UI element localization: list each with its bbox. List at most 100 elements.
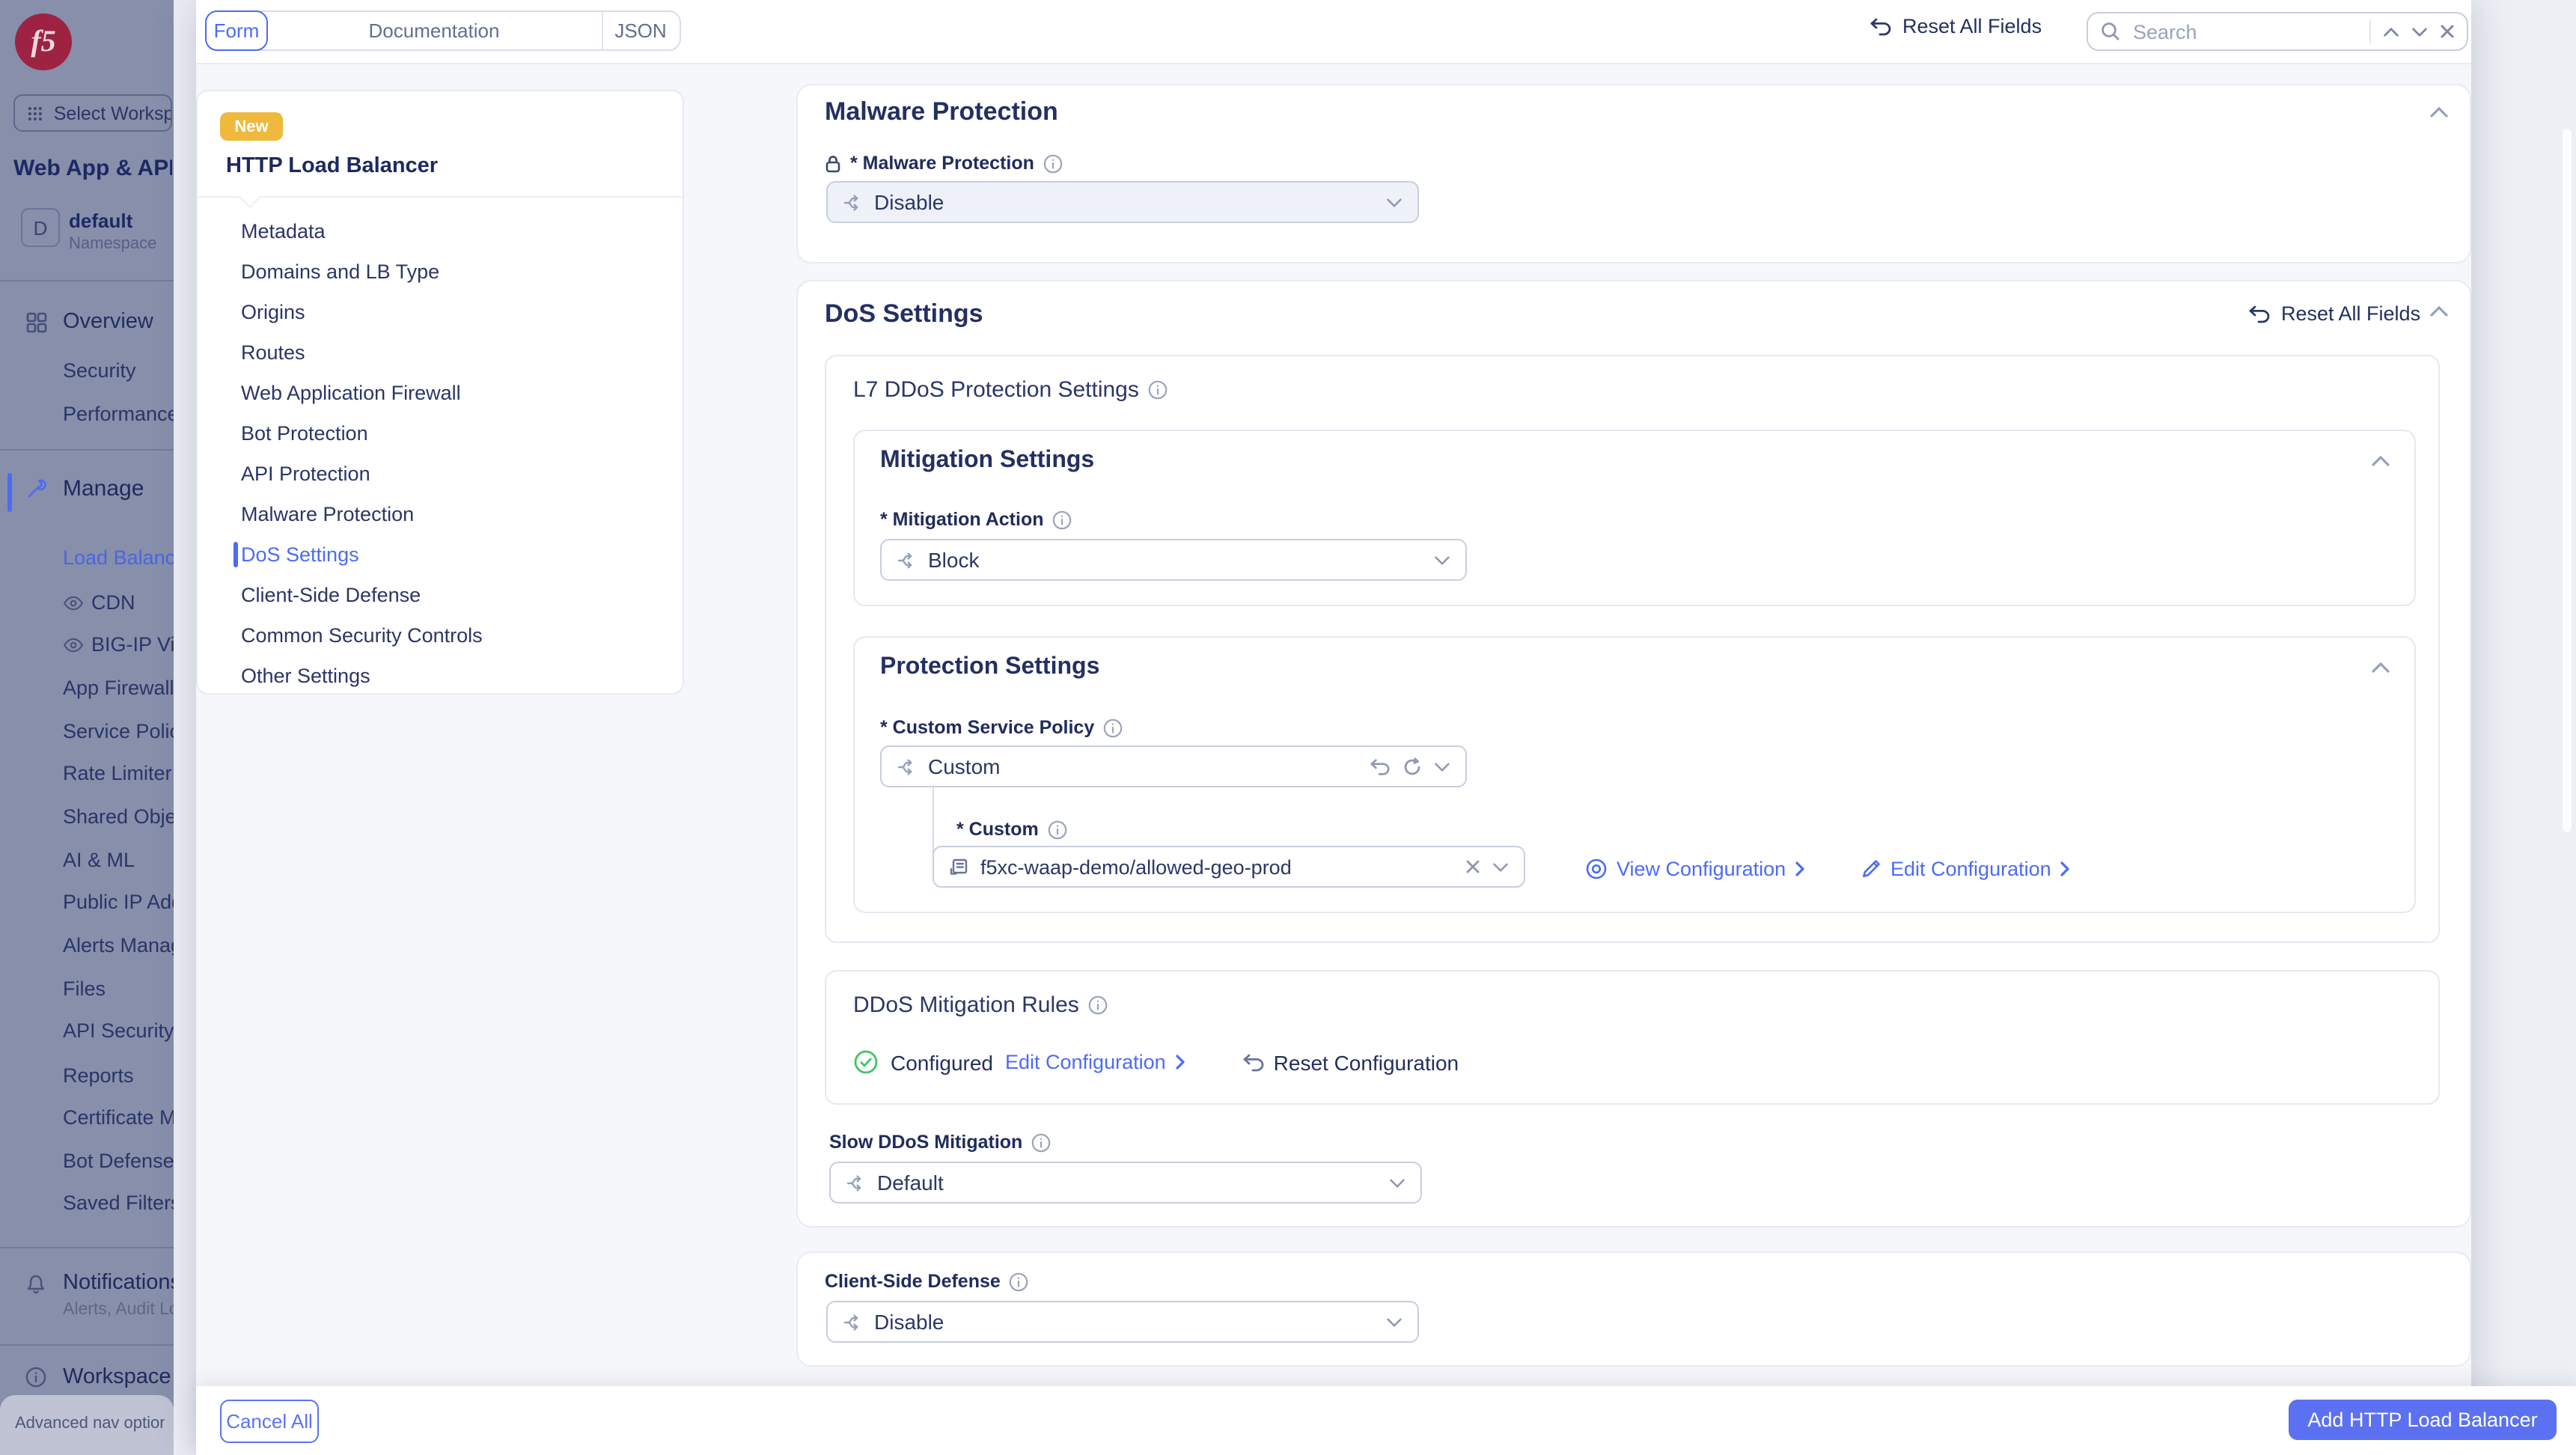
f5-logo[interactable]: f5 xyxy=(15,13,72,70)
form-nav-metadata[interactable]: Metadata xyxy=(198,211,683,251)
nav-notch xyxy=(239,187,260,208)
sidebar-item-files[interactable]: Files xyxy=(63,977,174,1000)
branch-icon xyxy=(897,757,916,776)
sidebar-item-public-ip[interactable]: Public IP Addresses xyxy=(63,891,174,913)
malware-protection-section: Malware Protection * Malware Protection … xyxy=(796,84,2471,263)
info-icon[interactable] xyxy=(1043,153,1063,173)
cancel-all-button[interactable]: Cancel All xyxy=(220,1400,319,1443)
sidebar-item-shared-objects[interactable]: Shared Objects xyxy=(63,805,174,828)
sidebar-item-reports[interactable]: Reports xyxy=(63,1064,174,1087)
field-reset-icon[interactable] xyxy=(1370,757,1391,776)
sidebar-item-app-firewall[interactable]: App Firewall xyxy=(63,677,174,699)
chevron-down-icon xyxy=(1434,761,1450,772)
sidebar-item-api-security[interactable]: API Security xyxy=(63,1019,174,1042)
tab-form[interactable]: Form xyxy=(205,10,268,51)
mitigation-settings-card: Mitigation Settings * Mitigation Action … xyxy=(853,430,2416,606)
protection-settings-card: Protection Settings * Custom Service Pol… xyxy=(853,636,2416,913)
select-workspace-button[interactable]: Select Workspace xyxy=(13,94,172,132)
form-nav-dos-settings[interactable]: DoS Settings xyxy=(198,534,683,575)
namespace-name[interactable]: default xyxy=(69,210,171,232)
info-icon[interactable] xyxy=(1103,718,1123,737)
field-label: * Mitigation Action xyxy=(880,509,1044,530)
collapse-icon[interactable] xyxy=(2429,106,2449,118)
client-side-defense-section: Client-Side Defense Disable xyxy=(796,1251,2471,1367)
new-badge: New xyxy=(220,112,283,141)
form-view-tabs: Form Documentation JSON xyxy=(205,10,681,51)
sidebar-item-performance[interactable]: Performance xyxy=(63,403,174,425)
info-icon[interactable] xyxy=(1088,995,1108,1015)
info-icon[interactable] xyxy=(1053,510,1072,529)
custom-service-policy-select[interactable]: Custom xyxy=(880,745,1467,787)
tab-documentation[interactable]: Documentation xyxy=(266,12,602,49)
chevron-right-icon xyxy=(1175,1054,1185,1070)
edit-configuration-link[interactable]: Edit Configuration xyxy=(1861,856,2071,880)
sidebar-item-ai-ml[interactable]: AI & ML xyxy=(63,849,174,871)
chevron-right-icon xyxy=(1795,860,1805,876)
card-title: Protection Settings xyxy=(880,654,1099,681)
search-prev-icon[interactable] xyxy=(2383,26,2399,37)
form-nav-common-security[interactable]: Common Security Controls xyxy=(198,615,683,656)
namespace-avatar[interactable]: D xyxy=(21,208,60,247)
view-configuration-link[interactable]: View Configuration xyxy=(1585,856,1805,880)
selected-value: Default xyxy=(877,1171,1377,1195)
info-icon[interactable] xyxy=(1048,820,1067,839)
sidebar-item-notifications[interactable]: Notifications xyxy=(63,1271,174,1295)
reset-all-fields-button[interactable]: Reset All Fields xyxy=(1870,15,2042,37)
form-nav-other-settings[interactable]: Other Settings xyxy=(198,656,683,696)
view-icon xyxy=(1585,857,1608,879)
form-nav-client-side-defense[interactable]: Client-Side Defense xyxy=(198,575,683,615)
field-label: * Malware Protection xyxy=(850,153,1034,174)
sidebar-item-certificate-management[interactable]: Certificate Management xyxy=(63,1106,174,1129)
collapse-icon[interactable] xyxy=(2429,305,2449,317)
sidebar-item-rate-limiter[interactable]: Rate Limiter xyxy=(63,762,174,784)
pencil-icon xyxy=(1861,858,1881,879)
form-nav-malware-protection[interactable]: Malware Protection xyxy=(198,494,683,534)
search-box[interactable]: Search xyxy=(2087,12,2468,51)
form-nav-api-protection[interactable]: API Protection xyxy=(198,454,683,494)
sidebar-item-service-policies[interactable]: Service Policies xyxy=(63,720,174,742)
dos-reset-all-fields-button[interactable]: Reset All Fields xyxy=(2248,302,2420,325)
sidebar-item-alerts-management[interactable]: Alerts Management xyxy=(63,934,174,957)
info-icon[interactable] xyxy=(1010,1272,1029,1291)
info-icon[interactable] xyxy=(1031,1132,1051,1152)
mitigation-action-select[interactable]: Block xyxy=(880,539,1467,581)
rules-edit-configuration-link[interactable]: Edit Configuration xyxy=(1005,1051,1185,1073)
field-label: * Custom xyxy=(956,819,1039,840)
slow-ddos-mitigation-select[interactable]: Default xyxy=(829,1162,1422,1204)
reset-configuration-button[interactable]: Reset Configuration xyxy=(1242,1050,1459,1074)
form-nav-bot-protection[interactable]: Bot Protection xyxy=(198,413,683,454)
sidebar-item-load-balancers[interactable]: Load Balancers xyxy=(63,546,174,569)
namespace-type-label: Namespace xyxy=(69,235,171,253)
app-root: f5 Select Workspace Web App & API Protec… xyxy=(0,0,2576,1455)
search-close-icon[interactable] xyxy=(2440,24,2455,39)
advanced-nav-banner[interactable]: Advanced nav options xyxy=(0,1395,174,1455)
clear-icon[interactable] xyxy=(1465,859,1480,874)
sidebar-item-security[interactable]: Security xyxy=(63,359,174,382)
search-next-icon[interactable] xyxy=(2411,26,2428,37)
collapse-icon[interactable] xyxy=(2371,455,2390,467)
eye-icon xyxy=(63,638,84,653)
info-icon[interactable] xyxy=(1148,380,1168,400)
client-side-defense-select[interactable]: Disable xyxy=(826,1301,1419,1343)
sidebar-item-bot-defense[interactable]: Bot Defense xyxy=(63,1150,174,1172)
sidebar-item-workspace[interactable]: Workspace xyxy=(63,1365,174,1389)
add-http-load-balancer-button[interactable]: Add HTTP Load Balancer xyxy=(2289,1400,2557,1440)
form-nav-routes[interactable]: Routes xyxy=(198,332,683,373)
sidebar-item-bigip[interactable]: BIG-IP Virtual Servers xyxy=(91,633,174,656)
refresh-icon[interactable] xyxy=(1403,757,1422,776)
collapse-icon[interactable] xyxy=(2371,662,2390,674)
ddos-mitigation-rules-card: DDoS Mitigation Rules Configured Edit Co… xyxy=(825,970,2440,1105)
custom-policy-ref-select[interactable]: f5xc-waap-demo/allowed-geo-prod xyxy=(933,846,1525,888)
sidebar-item-manage[interactable]: Manage xyxy=(63,476,174,501)
sidebar-item-cdn[interactable]: CDN xyxy=(91,591,174,614)
sidebar-item-saved-filters[interactable]: Saved Filters xyxy=(63,1192,174,1214)
form-nav-origins[interactable]: Origins xyxy=(198,292,683,332)
page-scrollbar[interactable] xyxy=(2563,129,2572,832)
sidebar-item-overview[interactable]: Overview xyxy=(63,310,174,334)
bell-icon xyxy=(25,1272,46,1295)
tab-json[interactable]: JSON xyxy=(602,12,678,49)
malware-protection-select[interactable]: Disable xyxy=(826,181,1419,223)
form-nav-waf[interactable]: Web Application Firewall xyxy=(198,373,683,413)
branch-icon xyxy=(846,1173,865,1192)
form-nav-domains[interactable]: Domains and LB Type xyxy=(198,251,683,292)
